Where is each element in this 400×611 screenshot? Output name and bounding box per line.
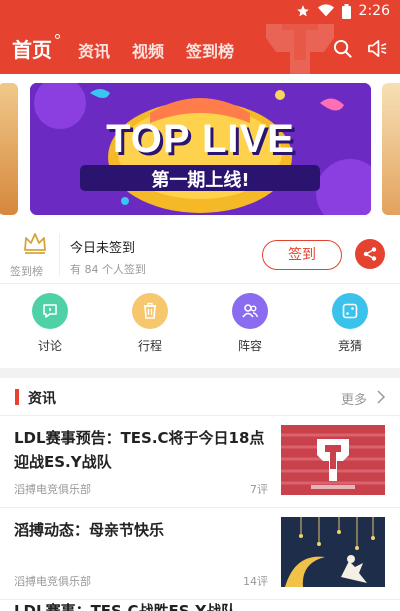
status-bar: 2:26 <box>0 0 400 24</box>
news-item[interactable]: LDL赛事预告：TES.C将于今日18点迎战ES.Y战队 滔搏电竞俱乐部 7评 <box>0 416 400 508</box>
quick-links: 讨论 行程 阵容 竞猜 <box>0 284 400 368</box>
banner-prev-slide[interactable] <box>0 83 18 215</box>
quick-link-label: 阵容 <box>237 339 262 353</box>
banner-title: TOP LIVE <box>106 117 295 161</box>
trash-icon <box>132 293 168 329</box>
wifi-icon <box>317 4 334 18</box>
news-comment-count: 7评 <box>250 483 268 496</box>
share-button[interactable] <box>355 239 385 269</box>
search-icon[interactable] <box>333 39 352 62</box>
star-icon <box>296 4 310 18</box>
speaker-icon[interactable] <box>367 39 388 62</box>
divider <box>59 234 60 276</box>
dice-icon <box>332 293 368 329</box>
news-thumbnail <box>281 425 385 495</box>
news-section: 资讯 更多 LDL赛事预告：TES.C将于今日18点迎战ES.Y战队 滔搏电竞俱… <box>0 378 400 611</box>
quick-link-label: 竞猜 <box>337 339 362 353</box>
tab-home-label: 首页 <box>12 38 52 62</box>
news-headline: LDL赛事预告：TES.C将于今日18点迎战ES.Y战队 <box>14 429 265 471</box>
quick-link-lineup[interactable]: 阵容 <box>220 293 280 354</box>
quick-link-schedule[interactable]: 行程 <box>120 293 180 354</box>
checkin-button[interactable]: 签到 <box>262 240 342 270</box>
banner-slide[interactable]: TOP LIVE 第一期上线! <box>30 83 371 215</box>
section-accent-bar <box>15 389 19 405</box>
status-time: 2:26 <box>358 3 390 19</box>
quick-link-guess[interactable]: 竞猜 <box>320 293 380 354</box>
quick-link-discussion[interactable]: 讨论 <box>20 293 80 354</box>
battery-icon <box>341 3 351 19</box>
news-header: 资讯 更多 <box>0 378 400 416</box>
tab-checkin-rank[interactable]: 签到榜 <box>186 38 234 62</box>
checkin-status: 今日未签到 <box>70 241 136 256</box>
checkin-row: 签到榜 今日未签到 有 84 个人签到 签到 <box>0 226 400 284</box>
new-dot-icon <box>55 34 60 39</box>
brand-watermark-icon <box>266 24 334 74</box>
banner-subtitle: 第一期上线! <box>151 170 250 191</box>
banner-carousel[interactable]: TOP LIVE 第一期上线! <box>0 74 400 226</box>
news-headline: 滔搏动态：母亲节快乐 <box>14 521 165 539</box>
people-icon <box>232 293 268 329</box>
news-source: 滔搏电竞俱乐部 <box>14 575 91 588</box>
top-navigation: 首页 资讯 视频 签到榜 <box>0 24 400 74</box>
checkin-count: 有 84 个人签到 <box>70 263 146 276</box>
banner-next-slide[interactable] <box>382 83 400 215</box>
chat-icon <box>32 293 68 329</box>
quick-link-label: 行程 <box>137 339 162 353</box>
checkin-rank-entry[interactable] <box>18 230 52 260</box>
quick-link-label: 讨论 <box>37 339 62 353</box>
news-item[interactable]: 滔搏动态：母亲节快乐 滔搏电竞俱乐部 14评 <box>0 508 400 600</box>
chevron-right-icon[interactable] <box>376 390 386 404</box>
tab-video[interactable]: 视频 <box>132 38 164 62</box>
news-more-link[interactable]: 更多 <box>341 389 367 408</box>
news-section-title: 资讯 <box>28 391 56 407</box>
tab-home[interactable]: 首页 <box>12 34 60 63</box>
news-source: 滔搏电竞俱乐部 <box>14 483 91 496</box>
news-headline-partial[interactable]: LDL赛事：TES.C战胜ES.Y战队 <box>14 600 236 611</box>
checkin-rank-label: 签到榜 <box>10 265 43 278</box>
news-comment-count: 14评 <box>243 575 268 588</box>
crown-icon <box>24 233 46 254</box>
news-thumbnail <box>281 517 385 587</box>
share-icon <box>363 247 377 261</box>
tab-news[interactable]: 资讯 <box>78 38 110 62</box>
